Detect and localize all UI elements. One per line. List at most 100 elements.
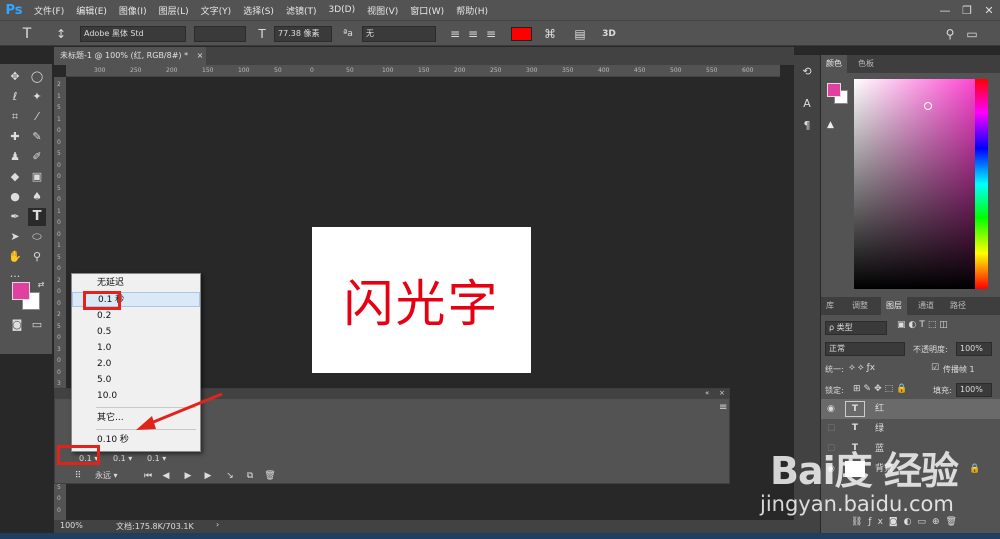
delete-frame-icon[interactable]: 🗑 xyxy=(263,469,277,483)
menu-layer[interactable]: 图层(L) xyxy=(153,4,195,17)
hue-slider[interactable] xyxy=(975,79,988,289)
pen-tool-icon[interactable]: ✒ xyxy=(6,208,24,226)
loop-select[interactable]: 永远 ▾ xyxy=(95,469,135,483)
menu-type[interactable]: 文字(Y) xyxy=(195,4,238,17)
frame-3-delay[interactable]: 0.1 ▾ xyxy=(147,454,166,466)
menu-edit[interactable]: 编辑(E) xyxy=(70,4,113,17)
font-family-select[interactable]: Adobe 黑体 Std xyxy=(80,26,186,42)
collapse-panel-icon[interactable]: « xyxy=(705,389,709,397)
delay-option-0-5[interactable]: 0.5 xyxy=(72,325,200,340)
propagate-checkbox[interactable]: ☑ xyxy=(931,363,939,373)
text-color-swatch[interactable] xyxy=(511,27,532,41)
clone-stamp-tool-icon[interactable]: ♟ xyxy=(6,148,24,166)
swap-colors-icon[interactable]: ⇄ xyxy=(32,276,50,294)
layer-row-blue[interactable]: ☐ T 蓝 xyxy=(821,439,1000,459)
first-frame-icon[interactable]: ⏮ xyxy=(141,469,155,483)
layer-name[interactable]: 绿 xyxy=(875,419,884,439)
next-frame-icon[interactable]: ▶ xyxy=(201,469,215,483)
hand-tool-icon[interactable]: ✋ xyxy=(6,248,24,266)
tab-swatches[interactable]: 色板 xyxy=(853,55,879,73)
type-tool-icon[interactable]: T xyxy=(28,208,46,226)
history-panel-icon[interactable]: ⟲ xyxy=(798,63,816,81)
delay-option-none[interactable]: 无延迟 xyxy=(72,276,200,291)
opacity-field[interactable]: 100% xyxy=(956,342,992,356)
tab-adjustments[interactable]: 调整 xyxy=(847,297,873,315)
menu-window[interactable]: 窗口(W) xyxy=(404,4,450,17)
quick-mask-icon[interactable]: ◙ xyxy=(8,316,26,334)
paragraph-panel-icon[interactable]: ¶ xyxy=(798,117,816,135)
unify-icons[interactable]: ⟡ ⟡ ƒx xyxy=(849,363,875,373)
panel-foreground-swatch[interactable] xyxy=(827,83,841,97)
foreground-color-swatch[interactable] xyxy=(12,282,30,300)
align-right-icon[interactable]: ≡ xyxy=(484,25,498,43)
menu-file[interactable]: 文件(F) xyxy=(28,4,70,17)
layer-name[interactable]: 红 xyxy=(875,399,884,419)
zoom-level[interactable]: 100% xyxy=(60,521,83,530)
menu-select[interactable]: 选择(S) xyxy=(237,4,280,17)
menu-3d[interactable]: 3D(D) xyxy=(322,5,361,15)
dodge-tool-icon[interactable]: ♠ xyxy=(28,188,46,206)
brush-tool-icon[interactable]: ✎ xyxy=(28,128,46,146)
tab-color[interactable]: 颜色 xyxy=(821,55,847,73)
close-panel-icon[interactable]: × xyxy=(719,389,725,397)
font-style-select[interactable] xyxy=(194,26,246,42)
zoom-tool-icon[interactable]: ⚲ xyxy=(28,248,46,266)
tween-icon[interactable]: ↘ xyxy=(223,469,237,483)
font-size-select[interactable]: 77.38 像素 xyxy=(274,26,332,42)
tab-layers[interactable]: 图层 xyxy=(881,297,907,315)
layer-panel-footer-icons[interactable]: ⛓ƒx◙◐▭⊕🗑 xyxy=(851,517,963,527)
tab-libraries[interactable]: 库 xyxy=(821,297,839,315)
layer-filter-icons[interactable]: ▣◐T⬚◫ xyxy=(897,320,951,330)
close-tab-icon[interactable]: × xyxy=(197,51,204,60)
eyedropper-tool-icon[interactable]: ⁄ xyxy=(28,108,46,126)
visibility-off-box[interactable]: ☐ xyxy=(827,419,835,439)
layer-row-red[interactable]: ◉ T 红 xyxy=(821,399,1000,419)
menu-help[interactable]: 帮助(H) xyxy=(450,4,494,17)
document-tab[interactable]: 未标题-1 @ 100% (红, RGB/8#) * × xyxy=(54,47,206,65)
eraser-tool-icon[interactable]: ◆ xyxy=(6,168,24,186)
restore-button[interactable]: ❐ xyxy=(956,0,978,20)
canvas-text-layer[interactable]: 闪光字 xyxy=(344,264,500,336)
fill-field[interactable]: 100% xyxy=(956,383,992,397)
healing-brush-tool-icon[interactable]: ✚ xyxy=(6,128,24,146)
align-center-icon[interactable]: ≡ xyxy=(466,25,480,43)
align-left-icon[interactable]: ≡ xyxy=(448,25,462,43)
layer-name[interactable]: 蓝 xyxy=(875,439,884,459)
close-button[interactable]: ✕ xyxy=(978,0,1000,20)
lock-icons[interactable]: ⊞✎✥⬚🔒 xyxy=(853,384,910,394)
play-icon[interactable]: ▶ xyxy=(181,469,195,483)
color-picker-field[interactable] xyxy=(854,79,982,289)
tab-paths[interactable]: 路径 xyxy=(945,297,971,315)
layer-row-background[interactable]: ◉ 背景 🔒 xyxy=(821,459,1000,479)
tab-channels[interactable]: 通道 xyxy=(913,297,939,315)
color-picker-cursor[interactable] xyxy=(924,102,932,110)
history-brush-tool-icon[interactable]: ✐ xyxy=(28,148,46,166)
visibility-eye-icon[interactable]: ◉ xyxy=(827,459,835,479)
path-selection-tool-icon[interactable]: ➤ xyxy=(6,228,24,246)
out-of-gamut-warning-icon[interactable]: ▲ xyxy=(827,120,834,130)
visibility-eye-icon[interactable]: ◉ xyxy=(827,399,835,419)
frame-2-delay[interactable]: 0.1 ▾ xyxy=(113,454,132,466)
type-tool-preset[interactable]: T xyxy=(14,25,40,43)
delay-option-5-0[interactable]: 5.0 xyxy=(72,373,200,388)
gradient-tool-icon[interactable]: ▣ xyxy=(28,168,46,186)
antialias-select[interactable]: 无 xyxy=(362,26,436,42)
layer-name[interactable]: 背景 xyxy=(875,459,893,479)
text-orientation-icon[interactable]: ↕ xyxy=(52,25,70,43)
ellipse-tool-icon[interactable]: ⬭ xyxy=(28,228,46,246)
status-menu-arrow[interactable]: › xyxy=(216,520,219,529)
move-tool-icon[interactable]: ✥ xyxy=(6,68,24,86)
lasso-tool-icon[interactable]: ℓ xyxy=(6,88,24,106)
3d-button[interactable]: 3D xyxy=(600,25,618,43)
delay-option-0-2[interactable]: 0.2 xyxy=(72,309,200,324)
convert-timeline-icon[interactable]: ⠿ xyxy=(71,469,85,483)
blur-tool-icon[interactable]: ● xyxy=(6,188,24,206)
delay-option-1-0[interactable]: 1.0 xyxy=(72,341,200,356)
layer-row-green[interactable]: ☐ T 绿 xyxy=(821,419,1000,439)
duplicate-frame-icon[interactable]: ⧉ xyxy=(243,469,257,483)
previous-frame-icon[interactable]: ◀ xyxy=(159,469,173,483)
magic-wand-tool-icon[interactable]: ✦ xyxy=(28,88,46,106)
blend-mode-select[interactable]: 正常 xyxy=(825,342,905,356)
menu-view[interactable]: 视图(V) xyxy=(361,4,404,17)
layer-filter-select[interactable]: ρ 类型 xyxy=(825,321,887,335)
